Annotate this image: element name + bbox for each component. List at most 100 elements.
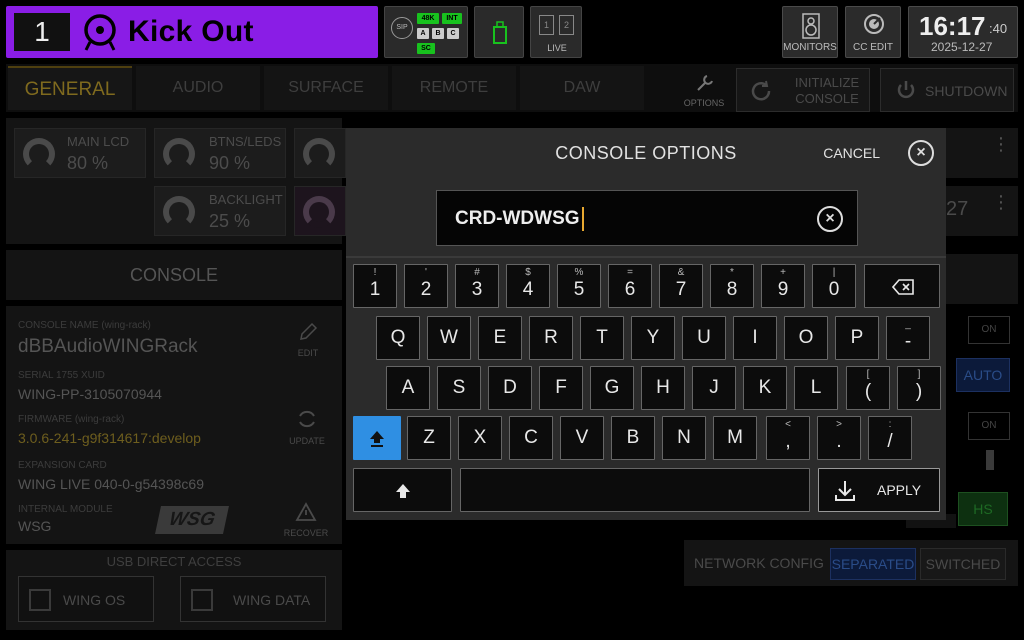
pencil-icon [300, 322, 318, 340]
on-toggle-2[interactable]: ON [968, 412, 1010, 440]
cancel-close-icon[interactable]: × [908, 140, 934, 166]
top-bar: 1 Kick Out SIP 48K INT A B C SC 1 2 LIVE [0, 0, 1024, 62]
shift-key[interactable] [353, 468, 452, 512]
switched-option[interactable]: SWITCHED [920, 548, 1006, 580]
key-3[interactable]: #3 [455, 264, 499, 308]
key-t[interactable]: T [580, 316, 624, 360]
backlight-control[interactable]: BACKLIGHT 25 % [154, 186, 286, 236]
key-w[interactable]: W [427, 316, 471, 360]
key-k[interactable]: K [743, 366, 787, 410]
key-q[interactable]: Q [376, 316, 420, 360]
key-9[interactable]: +9 [761, 264, 805, 308]
extra-knob-control-2[interactable] [294, 186, 346, 236]
key-g[interactable]: G [590, 366, 634, 410]
serial-value: WING-PP-3105070944 [18, 386, 162, 402]
key-r[interactable]: R [529, 316, 573, 360]
key-i[interactable]: I [733, 316, 777, 360]
key-close-paren[interactable]: ]) [897, 366, 941, 410]
key-b[interactable]: B [611, 416, 655, 460]
tab-general[interactable]: GENERAL [8, 66, 132, 110]
wing-data-button[interactable]: WING DATA [180, 576, 326, 622]
key-f[interactable]: F [539, 366, 583, 410]
wsg-logo: WSG [155, 506, 229, 534]
shutdown-button[interactable]: SHUTDOWN [880, 68, 1014, 112]
initialize-label-2: CONSOLE [795, 91, 859, 106]
sync-status-panel[interactable]: SIP 48K INT A B C SC [384, 6, 468, 58]
key-1[interactable]: ! 1 [353, 264, 397, 308]
network-config-row: NETWORK CONFIG SEPARATED SWITCHED [684, 540, 1018, 586]
port-b-badge: B [432, 28, 444, 39]
key-v[interactable]: V [560, 416, 604, 460]
clear-input-icon[interactable]: × [817, 206, 843, 232]
key-d[interactable]: D [488, 366, 532, 410]
key-4[interactable]: $4 [506, 264, 550, 308]
cancel-label[interactable]: CANCEL [823, 128, 880, 178]
channel-number: 1 [14, 13, 70, 51]
key-u[interactable]: U [682, 316, 726, 360]
extra-knob-control[interactable] [294, 128, 346, 178]
apply-button[interactable]: APPLY [818, 468, 940, 512]
key-period[interactable]: >. [817, 416, 861, 460]
auto-button[interactable]: AUTO [956, 358, 1010, 392]
initialize-console-button[interactable]: INITIALIZE CONSOLE [736, 68, 870, 112]
key-c[interactable]: C [509, 416, 553, 460]
key-open-paren[interactable]: [( [846, 366, 890, 410]
usb-direct-panel: USB DIRECT ACCESS WING OS WING DATA [6, 550, 342, 630]
key-x[interactable]: X [458, 416, 502, 460]
main-lcd-label: MAIN LCD [67, 134, 130, 149]
key-0[interactable]: | 0 [812, 264, 856, 308]
more-vert-icon-1[interactable]: ⋮ [992, 135, 1010, 166]
separated-option[interactable]: SEPARATED [830, 548, 916, 580]
wing-os-button[interactable]: WING OS [18, 576, 154, 622]
tab-audio[interactable]: AUDIO [136, 66, 260, 110]
key-n[interactable]: N [662, 416, 706, 460]
key-z[interactable]: Z [407, 416, 451, 460]
shutdown-label: SHUTDOWN [925, 83, 1008, 99]
key-y[interactable]: Y [631, 316, 675, 360]
key-o[interactable]: O [784, 316, 828, 360]
on-toggle-1[interactable]: ON [968, 316, 1010, 344]
onscreen-keyboard: ! 1 ' 2 #3 $4 % 5 = 6 & 7 * 8 +9 | 0 Q W E R T … [346, 256, 946, 520]
key-7[interactable]: & 7 [659, 264, 703, 308]
console-info-panel: CONSOLE NAME (wing-rack) dBBAudioWINGRac… [6, 306, 342, 544]
key-m[interactable]: M [713, 416, 757, 460]
console-name-input[interactable]: CRD-WDWSG × [436, 190, 858, 246]
btns-leds-control[interactable]: BTNS/LEDS 90 % [154, 128, 286, 178]
key-p[interactable]: P [835, 316, 879, 360]
console-name-label: CONSOLE NAME (wing-rack) [18, 320, 151, 331]
key-2[interactable]: ' 2 [404, 264, 448, 308]
fader-handle[interactable] [986, 450, 994, 470]
tab-remote[interactable]: REMOTE [392, 66, 516, 110]
console-title: CONSOLE [129, 265, 219, 285]
wing-os-label: WING OS [63, 592, 126, 608]
port-a-badge: A [417, 28, 429, 39]
usb-status[interactable] [474, 6, 524, 58]
usb-icon-2 [191, 589, 213, 611]
options-button[interactable]: OPTIONS [676, 70, 732, 110]
key-slash[interactable]: : / [868, 416, 912, 460]
key-5[interactable]: % 5 [557, 264, 601, 308]
more-vert-icon-2[interactable]: ⋮ [992, 193, 1010, 224]
extra-knob-icon-2 [303, 196, 335, 228]
tab-surface[interactable]: SURFACE [264, 66, 388, 110]
key-6[interactable]: = 6 [608, 264, 652, 308]
space-bar[interactable] [460, 468, 810, 512]
key-h[interactable]: H [641, 366, 685, 410]
backspace-key[interactable] [864, 264, 940, 308]
key-a[interactable]: A [386, 366, 430, 410]
channel-strip-header[interactable]: 1 Kick Out [6, 6, 378, 58]
key-j[interactable]: J [692, 366, 736, 410]
main-lcd-control[interactable]: MAIN LCD 80 % [14, 128, 146, 178]
key-e[interactable]: E [478, 316, 522, 360]
cc-edit-button[interactable]: CC EDIT [845, 6, 901, 58]
key-comma[interactable]: <, [766, 416, 810, 460]
key-minus[interactable]: _ - [886, 316, 930, 360]
key-8[interactable]: * 8 [710, 264, 754, 308]
tab-daw[interactable]: DAW [520, 66, 644, 110]
hs-button[interactable]: HS [958, 492, 1008, 526]
key-l[interactable]: L [794, 366, 838, 410]
key-s[interactable]: S [437, 366, 481, 410]
live-recorder-status[interactable]: 1 2 LIVE [530, 6, 582, 58]
monitors-button[interactable]: MONITORS [782, 6, 838, 58]
caps-lock-key[interactable] [353, 416, 401, 460]
